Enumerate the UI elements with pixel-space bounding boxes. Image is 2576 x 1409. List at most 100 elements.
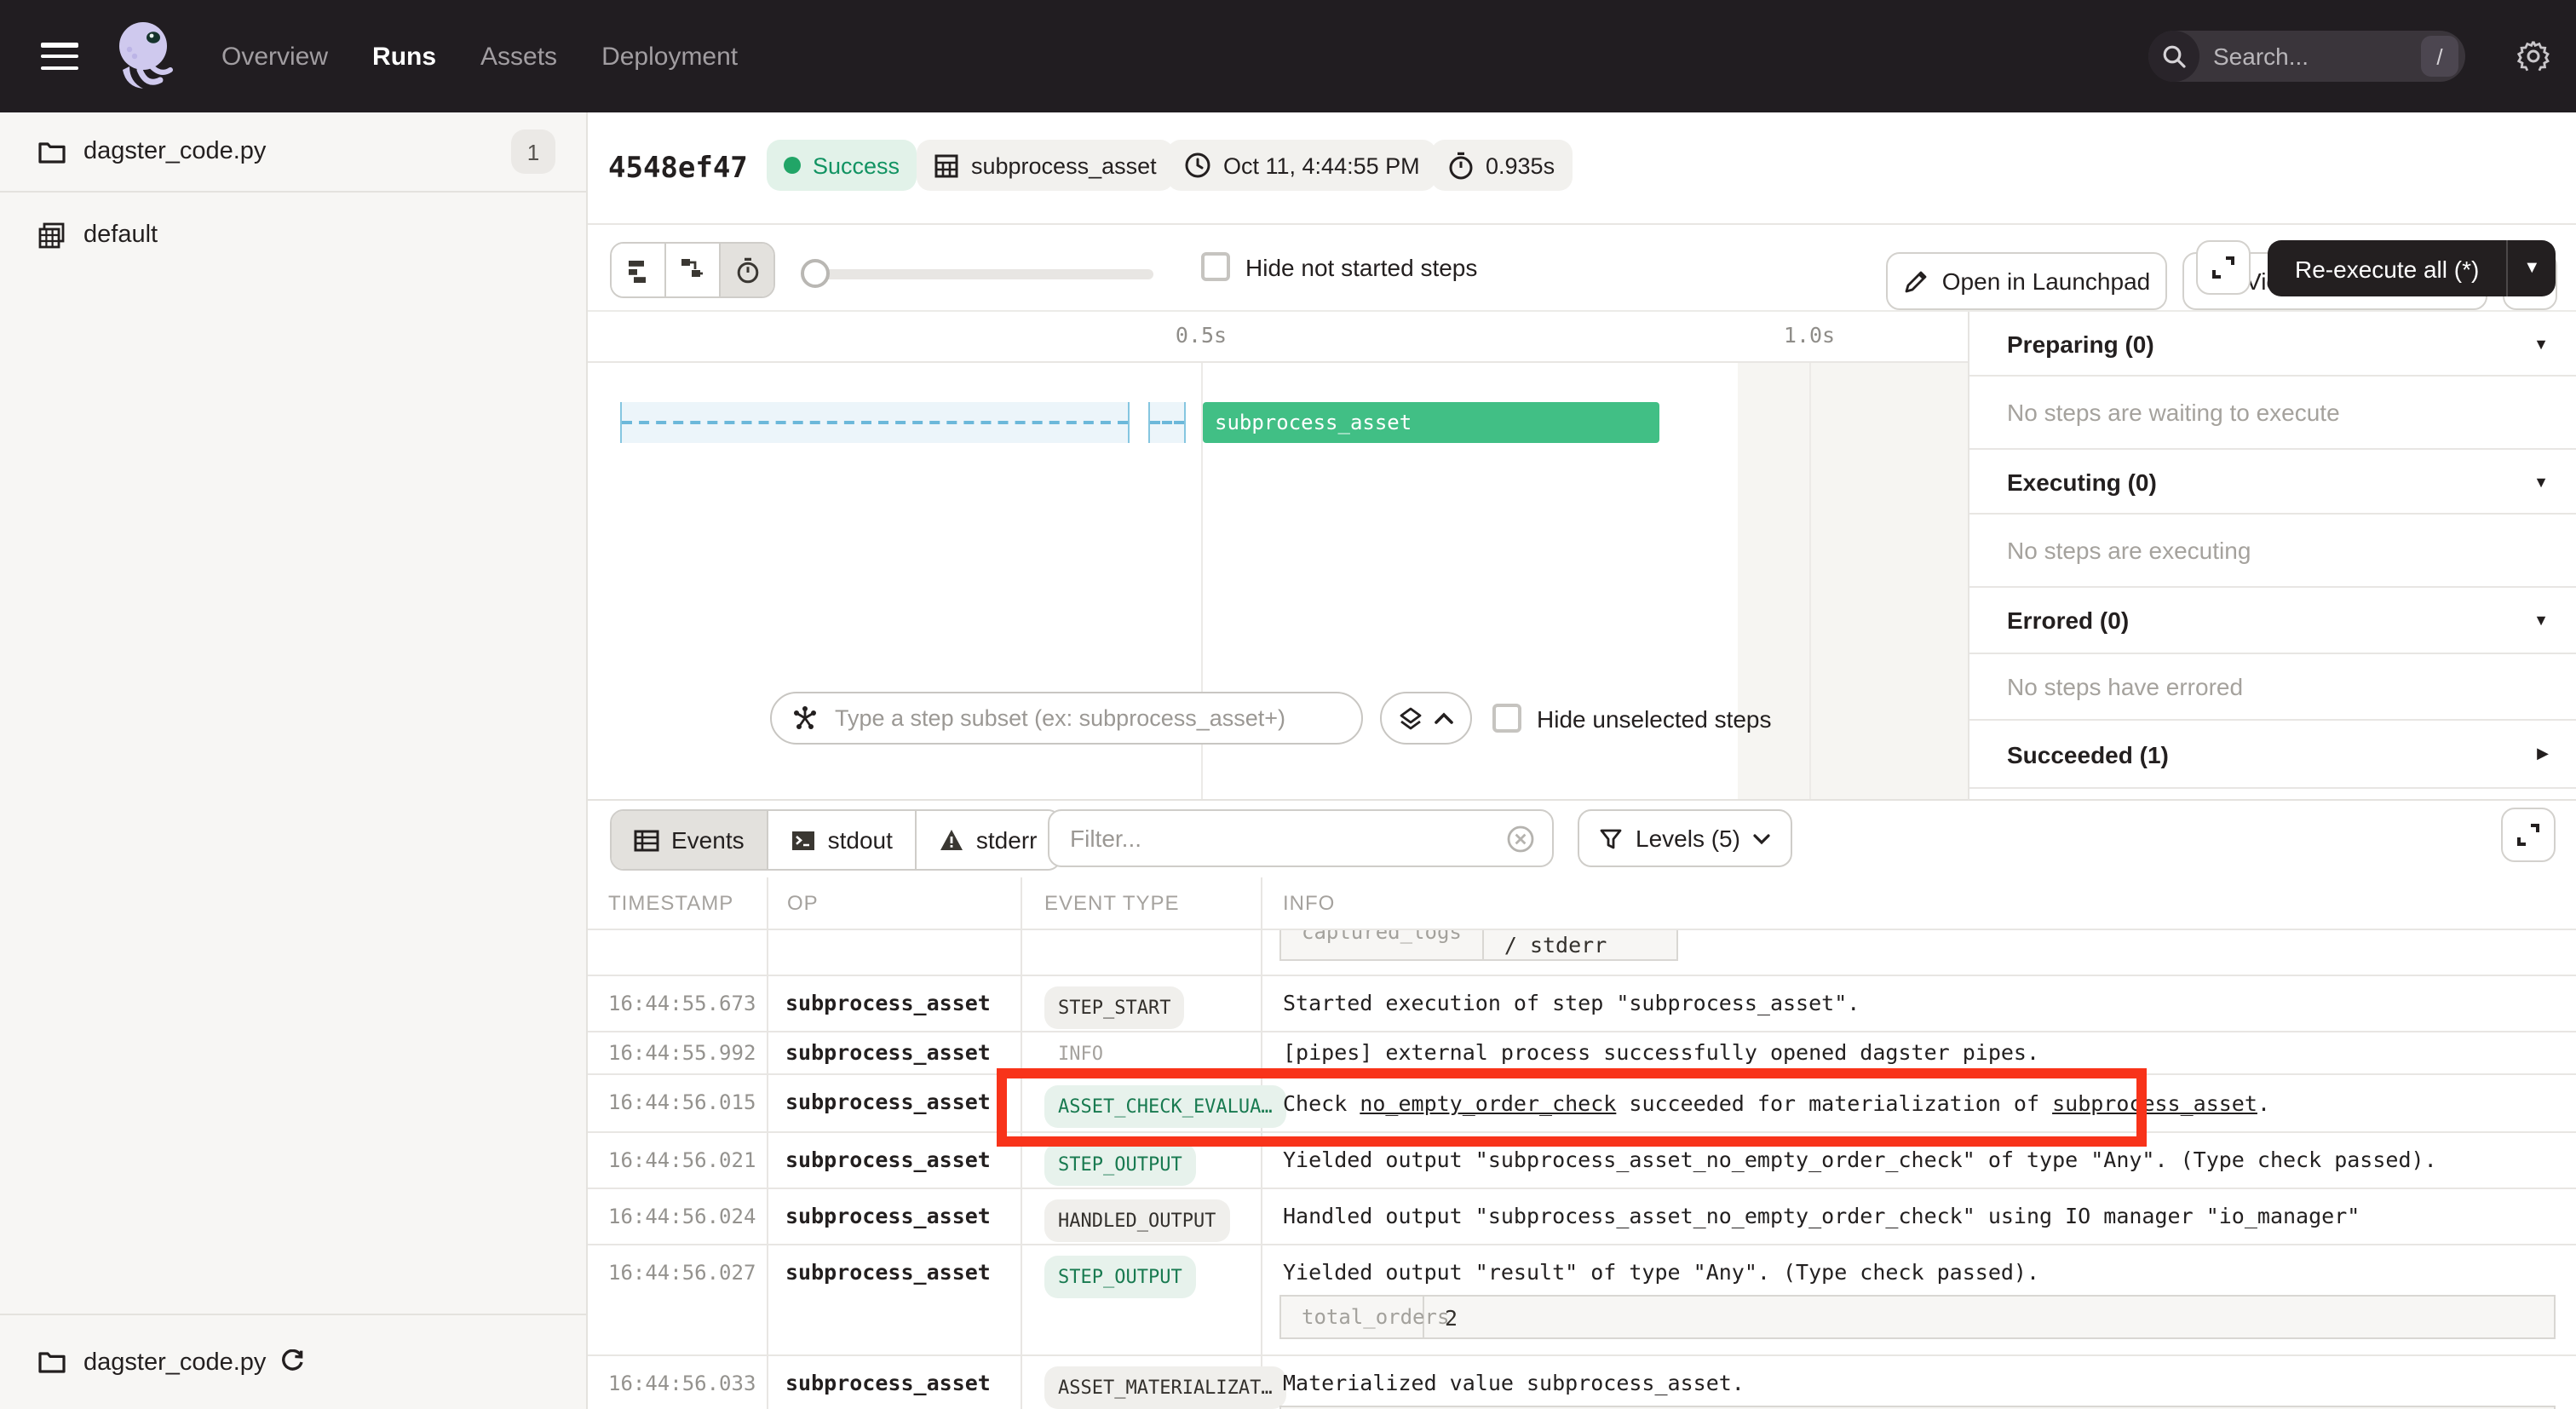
panel-section-succeeded[interactable]: Succeeded (1)▶ [1969,721,2576,789]
table-row[interactable]: 16:44:56.024 subprocess_asset HANDLED_OU… [588,1189,2576,1245]
table-icon [634,829,659,851]
panel-empty-errored: No steps have errored [1969,654,2576,721]
table-row[interactable]: 16:44:55.992 subprocess_asset INFO [pipe… [588,1032,2576,1075]
reload-icon[interactable] [279,1349,305,1375]
axis-tick-05s: 0.5s [1176,322,1227,348]
event-type-badge: HANDLED_OUTPUT [1044,1199,1229,1242]
chevron-down-icon [1754,832,1771,844]
events-table: TIMESTAMP OP EVENT TYPE INFO captured_lo… [588,877,2576,1409]
nav-item-overview[interactable]: Overview [221,42,328,71]
table-header: TIMESTAMP OP EVENT TYPE INFO [588,877,2576,930]
dagster-logo-icon[interactable] [109,19,177,94]
tab-stdout[interactable]: stdout [768,811,917,869]
view-mode-flat-icon[interactable] [612,244,666,296]
stopwatch-icon [1448,151,1474,180]
metadata-key: total_orders [1281,1297,1424,1337]
col-info: INFO [1283,891,1335,915]
hide-not-started-checkbox[interactable] [1201,252,1230,281]
table-row[interactable]: 16:44:56.021 subprocess_asset STEP_OUTPU… [588,1133,2576,1189]
chevron-down-icon: ▼ [2533,473,2549,490]
link-subprocess-asset[interactable]: subprocess_asset [2052,1090,2257,1116]
log-filter-input[interactable] [1067,823,1506,854]
sidebar-bottom-code-location: dagster_code.py [0,1314,588,1409]
reexecute-dropdown-caret[interactable]: ▼ [2506,240,2556,296]
hamburger-menu-icon[interactable] [41,43,78,70]
chevron-down-icon: ▼ [2533,612,2549,629]
bottom-code-location-label: dagster_code.py [83,1349,266,1376]
view-mode-timed-icon[interactable] [721,244,773,296]
folder-icon [37,139,66,164]
nav-links: Overview Runs Assets Deployment [221,42,738,71]
asset-tag[interactable]: subprocess_asset [917,140,1174,191]
step-subset-input-wrap [770,692,1363,745]
chevron-down-icon: ▼ [2533,335,2549,352]
clear-filter-icon[interactable] [1506,824,1535,853]
step-subset-input[interactable] [831,704,1341,733]
view-mode-waterfall-icon[interactable] [666,244,721,296]
log-filter-wrap [1048,809,1554,867]
table-row-asset-check[interactable]: 16:44:56.015 subprocess_asset ASSET_CHEC… [588,1075,2576,1133]
tab-events[interactable]: Events [612,811,768,869]
panel-section-executing[interactable]: Executing (0)▼ [1969,450,2576,515]
search-shortcut-key: / [2421,36,2458,77]
gantt-step-bar[interactable]: subprocess_asset [1203,402,1659,443]
nav-item-runs[interactable]: Runs [372,42,436,71]
run-header: 4548ef47 Success subprocess_asset Oct 11… [588,112,2576,225]
gantt-zoom-slider[interactable] [804,269,1153,279]
dagster-app: Overview Runs Assets Deployment Search..… [0,0,2576,1409]
panel-section-preparing[interactable]: Preparing (0)▼ [1969,312,2576,377]
chevron-right-icon: ▶ [2537,745,2549,763]
hide-not-started-row: Hide not started steps [1201,252,1477,281]
col-event-type: EVENT TYPE [1044,891,1180,915]
folder-icon [37,1349,66,1375]
graph-query-toggle-button[interactable] [1380,692,1472,745]
step-graph-icon [792,705,818,731]
metadata-value-link[interactable]: View stdout / stderr [1484,930,1676,959]
code-location-count-badge: 1 [511,129,555,174]
nav-item-deployment[interactable]: Deployment [601,42,738,71]
hide-unselected-label: Hide unselected steps [1537,704,1772,732]
panel-empty-preparing: No steps are waiting to execute [1969,377,2576,450]
table-row-asset-materialization[interactable]: 16:44:56.033 subprocess_asset ASSET_MATE… [588,1356,2576,1409]
gantt-chart: subprocess_asset Hide unselected steps [588,363,1968,799]
event-type-badge: ASSET_CHECK_EVALUA… [1044,1085,1286,1128]
metadata-table: captured_logs View stdout / stderr [1279,930,1678,961]
events-section: Events stdout stderr [588,801,2576,1409]
console-icon [791,829,816,851]
job-grid-icon [37,221,66,250]
search-icon [2148,31,2199,82]
reexecute-all-button[interactable]: Re-execute all (*) ▼ [2268,240,2556,296]
hide-unselected-row: Hide unselected steps [1492,704,1772,733]
table-row[interactable]: 16:44:55.673 subprocess_asset STEP_START… [588,976,2576,1032]
sidebar-code-location[interactable]: dagster_code.py 1 [0,112,586,193]
expand-icon [2211,256,2235,279]
left-sidebar: dagster_code.py 1 default dagster_code.p… [0,112,588,1409]
run-id: 4548ef47 [608,152,748,186]
sidebar-item-default[interactable]: default [0,210,586,261]
chevron-up-icon [1435,712,1453,724]
hide-unselected-checkbox[interactable] [1492,704,1521,733]
log-view-tabs: Events stdout stderr [610,809,1061,871]
asset-grid-icon [934,152,959,178]
search-placeholder: Search... [2213,43,2421,70]
run-start-time: Oct 11, 4:44:55 PM [1167,140,1437,191]
nav-item-assets[interactable]: Assets [480,42,557,71]
col-timestamp: TIMESTAMP [608,891,733,915]
event-type-badge: STEP_OUTPUT [1044,1143,1196,1186]
expand-icon [2516,823,2540,847]
tab-stderr[interactable]: stderr [917,811,1060,869]
slider-thumb[interactable] [801,259,830,288]
status-dot-icon [784,157,801,174]
panel-section-errored[interactable]: Errored (0)▼ [1969,588,2576,654]
link-no-empty-order-check[interactable]: no_empty_order_check [1360,1090,1616,1116]
events-fullscreen-button[interactable] [2501,808,2556,862]
event-type-label: INFO [1044,1032,1117,1075]
settings-gear-icon[interactable] [2516,39,2550,73]
code-location-label: dagster_code.py [83,138,266,165]
event-type-badge: ASSET_MATERIALIZAT… [1044,1366,1286,1409]
global-search[interactable]: Search... / [2148,31,2465,82]
table-row-step-output-result[interactable]: 16:44:56.027 subprocess_asset STEP_OUTPU… [588,1245,2576,1356]
levels-dropdown[interactable]: Levels (5) [1578,809,1793,867]
gantt-fullscreen-button[interactable] [2196,240,2251,295]
top-nav: Overview Runs Assets Deployment Search..… [0,0,2576,112]
